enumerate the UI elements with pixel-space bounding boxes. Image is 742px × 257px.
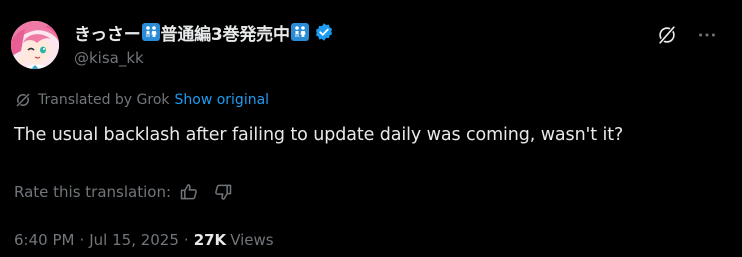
meta-separator: · (79, 231, 85, 249)
views-label: Views (230, 231, 274, 249)
tweet-date[interactable]: Jul 15, 2025 (89, 231, 179, 249)
tweet-meta: 6:40 PM · Jul 15, 2025 · 27K Views (14, 231, 274, 249)
display-name-row[interactable]: きっさー 普通編3巻発売中 (74, 20, 334, 45)
tweet: きっさー 普通編3巻発売中 @kisa_kk Translated by Gro… (0, 0, 742, 257)
views-count: 27K (193, 231, 227, 249)
avatar[interactable] (11, 21, 59, 69)
grok-icon[interactable] (656, 24, 678, 46)
tweet-actions-top (656, 24, 718, 46)
tweet-body: The usual backlash after failing to upda… (14, 125, 624, 145)
display-name-part-1[interactable]: きっさー (74, 20, 141, 45)
rate-label: Rate this translation: (14, 183, 172, 201)
rate-translation: Rate this translation: (14, 182, 233, 202)
author-info: きっさー 普通編3巻発売中 @kisa_kk (74, 20, 334, 67)
thumbs-up-icon[interactable] (179, 182, 199, 202)
display-name-part-2[interactable]: 普通編3巻発売中 (161, 20, 290, 45)
couple-emoji-icon (141, 23, 160, 41)
translated-label: Translated by Grok (38, 92, 170, 108)
tweet-time[interactable]: 6:40 PM (14, 231, 74, 249)
translation-notice: Translated by Grok Show original (14, 91, 269, 109)
more-icon[interactable] (696, 24, 718, 46)
author-handle[interactable]: @kisa_kk (74, 49, 334, 67)
meta-separator: · (183, 231, 189, 249)
thumbs-down-icon[interactable] (213, 182, 233, 202)
show-original-link[interactable]: Show original (175, 92, 270, 108)
couple-emoji-icon (290, 23, 309, 41)
grok-translate-icon (14, 91, 32, 109)
verified-badge-icon[interactable] (314, 22, 334, 42)
